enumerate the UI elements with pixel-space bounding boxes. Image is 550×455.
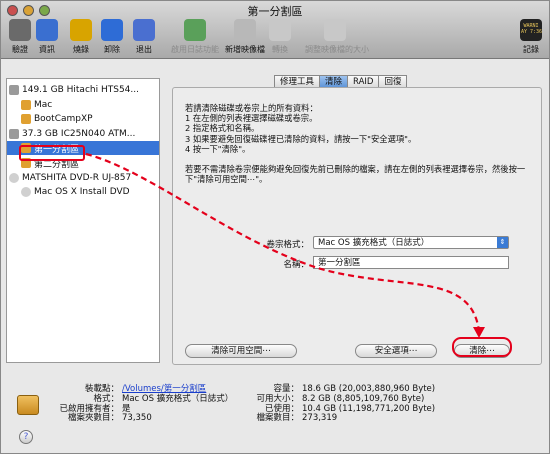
- log-button-label: 記錄: [523, 45, 539, 54]
- volume-icon: [21, 99, 31, 110]
- sidebar-item[interactable]: 149.1 GB Hitachi HTS54...: [9, 83, 139, 97]
- disk-utility-window: 第一分割區 驗證 資訊 燒錄 卸除 退出 啟用日誌功能 新增映像檔 轉換 調整映像檔的大小 WA…: [0, 0, 550, 454]
- toolbar-button-2[interactable]: 燒錄: [65, 19, 97, 55]
- sidebar-item[interactable]: BootCampXP: [21, 112, 93, 126]
- sidebar-item-label: MATSHITA DVD-R UJ-857: [22, 172, 132, 183]
- instruction-line: 下"清除可用空間⋯"。: [185, 174, 268, 185]
- name-label: 名稱：: [283, 260, 309, 270]
- format-select-value: Mac OS 擴充格式（日誌式）: [318, 238, 430, 248]
- toolbar-label-2: 燒錄: [73, 45, 89, 54]
- toolbar-icon-2: [70, 19, 92, 41]
- device-sidebar[interactable]: 149.1 GB Hitachi HTS54... Mac BootCampXP 37…: [6, 78, 160, 363]
- toolbar-button-0[interactable]: 驗證: [7, 19, 33, 55]
- info-row: 檔案數目： 273,319: [221, 413, 435, 424]
- instruction-line: 若要不需清除卷宗便能夠避免回復先前已刪除的檔案，請在左側的列表裡選擇卷宗，然後按…: [185, 164, 526, 175]
- toolbar-icon-5: [184, 19, 206, 41]
- instruction-line: 4 按一下"清除"。: [185, 143, 251, 154]
- sidebar-item-label: Mac OS X Install DVD: [34, 187, 130, 198]
- info-value: 18.6 GB (20,003,880,960 Byte): [302, 384, 436, 394]
- sidebar-item-label: 149.1 GB Hitachi HTS54...: [22, 85, 139, 95]
- instruction-line: 1 在左側的列表裡選擇磁碟或卷宗。: [185, 113, 318, 124]
- erase-free-space-button[interactable]: 清除可用空間⋯: [185, 344, 297, 358]
- instruction-line: 若請清除磁碟或卷宗上的所有資料：: [185, 103, 318, 113]
- toolbar-icon-3: [101, 19, 123, 41]
- toolbar-label-3: 卸除: [104, 45, 120, 54]
- info-left: 裝載點：/Volumes/第一分割區 格式： Mac OS 擴充格式（日誌式） 已啟用…: [51, 384, 234, 424]
- toolbar-icon-1: [36, 19, 58, 41]
- security-options-button[interactable]: 安全選項⋯: [355, 344, 437, 358]
- sidebar-item[interactable]: MATSHITA DVD-R UJ-857: [9, 171, 131, 185]
- toolbar-label-0: 驗證: [12, 45, 28, 54]
- dvd-icon: [21, 187, 31, 198]
- select-arrows-icon: ⇕: [497, 237, 508, 248]
- erase-panel: 若請清除磁碟或卷宗上的所有資料： 1 在左側的列表裡選擇磁碟或卷宗。 2 指定格式和…: [172, 87, 542, 365]
- toolbar-icon-0: [9, 19, 31, 41]
- toolbar-icon-6: [234, 19, 256, 41]
- toolbar-icon-7: [269, 19, 291, 41]
- disk-icon: [9, 128, 19, 139]
- toolbar-label-5: 啟用日誌功能: [171, 45, 219, 54]
- toolbar-button-3[interactable]: 卸除: [97, 19, 127, 55]
- toolbar-label-7: 轉換: [272, 45, 288, 54]
- toolbar-button-6[interactable]: 新增映像檔: [223, 19, 267, 55]
- info-right: 容量： 18.6 GB (20,003,880,960 Byte) 可用大小： 8.2…: [221, 384, 436, 424]
- info-label: 檔案夾數目：: [67, 413, 119, 424]
- sidebar-item-label: 37.3 GB IC25N040 ATM...: [22, 128, 136, 139]
- sidebar-selection-highlight: [19, 145, 85, 161]
- toolbar: 第一分割區 驗證 資訊 燒錄 卸除 退出 啟用日誌功能 新增映像檔 轉換 調整映像檔的大小 WA…: [1, 1, 549, 59]
- help-icon[interactable]: ?: [19, 430, 33, 444]
- info-value: 273,319: [302, 413, 338, 424]
- toolbar-button-1[interactable]: 資訊: [33, 19, 61, 55]
- info-row: 檔案夾數目： 73,350: [51, 413, 233, 424]
- toolbar-label-4: 退出: [136, 45, 152, 54]
- toolbar-button-7[interactable]: 轉換: [263, 19, 297, 55]
- info-value: 73,350: [122, 413, 152, 424]
- toolbar-label-6: 新增映像檔: [225, 45, 265, 54]
- info-value[interactable]: /Volumes/第一分割區: [122, 384, 206, 394]
- format-label: 卷宗格式：: [266, 240, 309, 250]
- log-icon: WARNI AY 7:36: [520, 19, 542, 41]
- main-pane: 修理工具 清除 RAID 回復 若請清除磁碟或卷宗上的所有資料： 1 在左側的列表裡選擇…: [164, 73, 548, 366]
- log-button[interactable]: WARNI AY 7:36 記錄: [513, 19, 549, 55]
- volume-icon: [21, 114, 31, 125]
- sidebar-item-label: BootCampXP: [34, 114, 93, 125]
- toolbar-button-8[interactable]: 調整映像檔的大小: [305, 19, 369, 55]
- sidebar-item[interactable]: Mac OS X Install DVD: [21, 185, 130, 199]
- format-select[interactable]: Mac OS 擴充格式（日誌式） ⇕: [313, 236, 509, 249]
- erase-button-highlight: [452, 337, 512, 357]
- volume-icon-large: [17, 395, 39, 415]
- instruction-line: [185, 154, 525, 164]
- sidebar-item[interactable]: 37.3 GB IC25N040 ATM...: [9, 127, 135, 141]
- toolbar-icon-8: [324, 19, 346, 41]
- sidebar-item[interactable]: Mac: [21, 98, 52, 112]
- toolbar-label-1: 資訊: [39, 45, 55, 54]
- info-label: 檔案數目：: [256, 413, 299, 424]
- sidebar-item-label: Mac: [34, 99, 53, 110]
- optical-drive-icon: [9, 172, 19, 183]
- instruction-line: 2 指定格式和名稱。: [185, 123, 260, 134]
- info-value: 8.2 GB (8,805,109,760 Byte): [302, 393, 425, 404]
- name-field[interactable]: 第一分割區: [313, 256, 509, 269]
- toolbar-button-4[interactable]: 退出: [129, 19, 159, 55]
- window-title: 第一分割區: [247, 5, 303, 18]
- toolbar-label-8: 調整映像檔的大小: [305, 45, 369, 54]
- instruction-line: 3 如果要避免回復磁碟裡已清除的資料，請按一下"安全選項"。: [185, 133, 417, 144]
- toolbar-button-5[interactable]: 啟用日誌功能: [167, 19, 223, 55]
- info-value: Mac OS 擴充格式（日誌式）: [122, 393, 234, 404]
- erase-instructions: 若請清除磁碟或卷宗上的所有資料： 1 在左側的列表裡選擇磁碟或卷宗。 2 指定格式和…: [185, 103, 525, 185]
- disk-icon: [9, 85, 19, 95]
- toolbar-icon-4: [133, 19, 155, 41]
